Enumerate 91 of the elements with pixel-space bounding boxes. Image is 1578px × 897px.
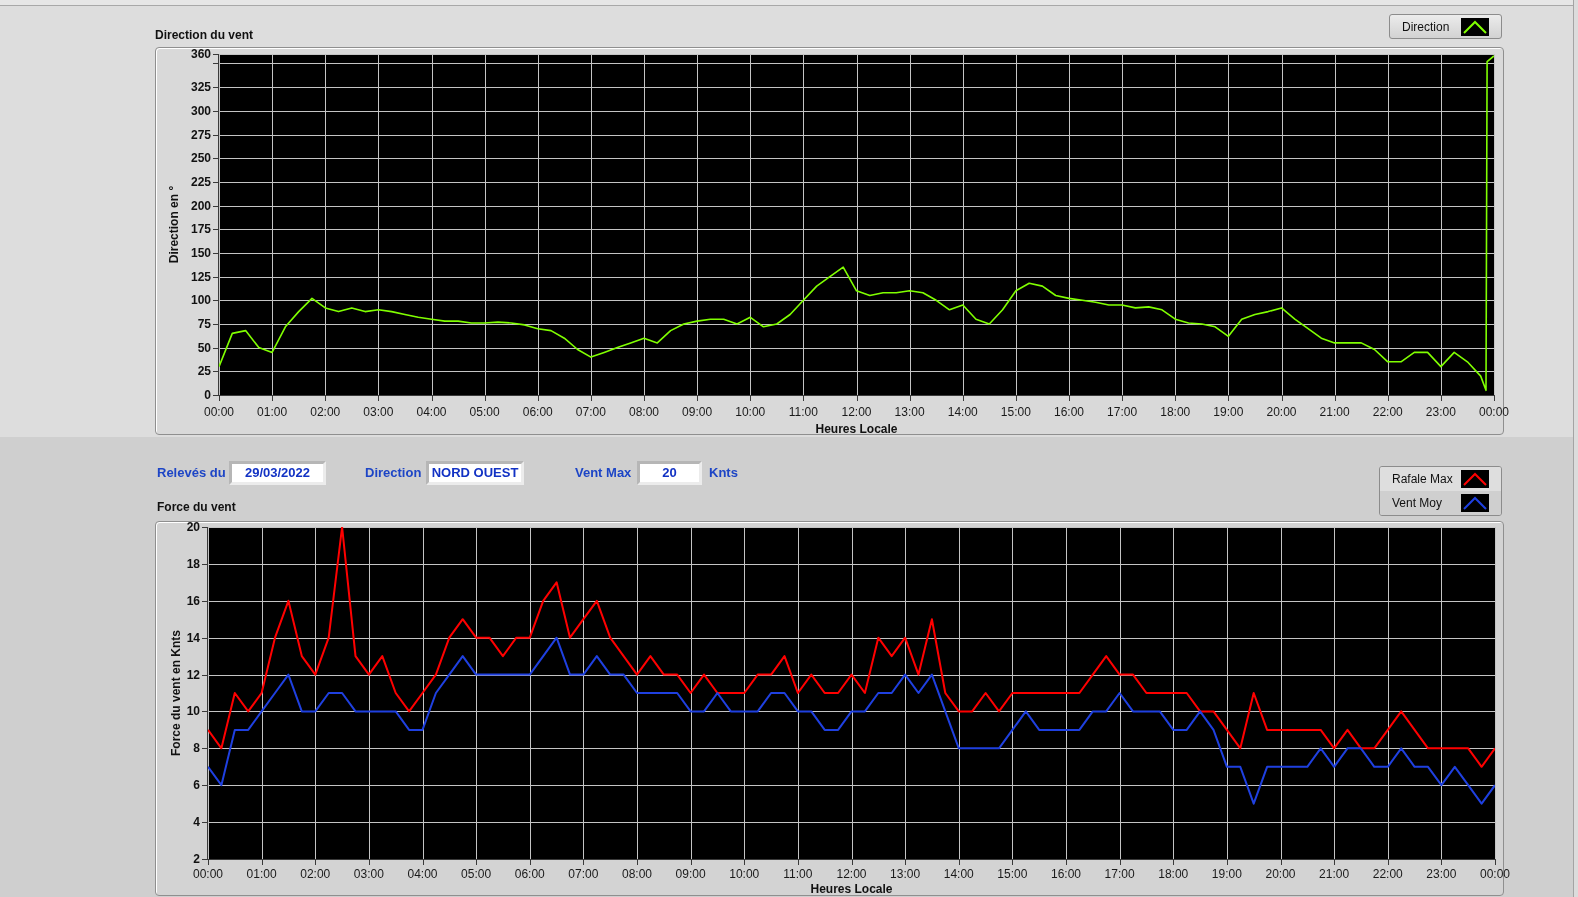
axis-tick-label: 19:00: [1213, 405, 1244, 419]
axis-tick-label: 01:00: [246, 867, 277, 881]
axis-tick-label: 08:00: [622, 867, 652, 881]
axis-tick-label: 150: [190, 245, 211, 260]
axis-tick-label: 02:00: [310, 405, 341, 419]
axis-tick-label: 20:00: [1266, 405, 1297, 419]
axis-tick-label: 100: [190, 293, 211, 308]
axis-tick-label: 10:00: [729, 867, 760, 881]
axis-tick-label: 02:00: [300, 867, 331, 881]
axis-tick-label: 21:00: [1319, 405, 1350, 419]
axis-tick-label: 25: [197, 364, 211, 379]
axis-tick-label: 11:00: [783, 867, 813, 881]
axis-tick-label: 22:00: [1372, 405, 1403, 419]
unit-label: Knts: [709, 465, 738, 481]
axis-tick-label: 75: [197, 316, 211, 331]
axis-tick-label: 275: [190, 127, 211, 142]
axis-tick-label: 10:00: [735, 405, 766, 419]
axis-tick-label: 12:00: [836, 867, 867, 881]
axis-tick-label: 4: [193, 815, 200, 830]
axis-tick-label: 04:00: [407, 867, 438, 881]
axis-tick-label: 175: [190, 222, 211, 237]
axis-tick-label: 18:00: [1160, 405, 1191, 419]
axis-title: Heures Locale: [815, 422, 898, 436]
axis-tick-label: 325: [190, 80, 211, 95]
axis-tick-label: 03:00: [353, 867, 384, 881]
axis-tick-label: 300: [190, 103, 211, 118]
field-label: Relevés du: [157, 465, 227, 481]
axis-tick-label: 13:00: [890, 867, 921, 881]
axis-tick-label: 03:00: [363, 405, 394, 419]
chart-title: Direction du vent: [155, 28, 253, 42]
readout-field: 20: [637, 461, 702, 485]
axis-tick-label: 225: [190, 174, 211, 189]
axis-tick-label: 05:00: [461, 867, 492, 881]
chart-title: Force du vent: [157, 500, 236, 514]
axis-tick-label: 07:00: [575, 405, 606, 419]
axis-tick-label: 23:00: [1425, 405, 1456, 419]
axis-tick-label: 01:00: [257, 405, 288, 419]
axis-tick-label: 06:00: [522, 405, 553, 419]
axis-tick-label: 18:00: [1158, 867, 1189, 881]
axis-title: Heures Locale: [810, 882, 893, 896]
axis-tick-label: 11:00: [788, 405, 818, 419]
axis-tick-label: 2: [193, 852, 200, 866]
axis-tick-label: 00:00: [1479, 405, 1509, 419]
axis-tick-label: 00:00: [204, 405, 234, 419]
axis-title: Direction en °: [167, 185, 181, 264]
axis-tick-label: 19:00: [1211, 867, 1242, 881]
field-label: Vent Max: [575, 465, 633, 481]
axis-tick-label: 12: [186, 667, 200, 682]
axis-tick-label: 10: [186, 704, 200, 719]
axis-tick-label: 16: [186, 593, 200, 608]
axis-tick-label: 00:00: [193, 867, 223, 881]
legend-label: Direction: [1402, 19, 1451, 34]
readout-field: NORD OUEST: [426, 461, 524, 485]
readout-field: 29/03/2022: [229, 461, 326, 485]
axis-tick-label: 22:00: [1372, 867, 1403, 881]
axis-tick-label: 23:00: [1426, 867, 1457, 881]
axis-tick-label: 6: [193, 778, 200, 793]
axis-tick-label: 50: [197, 340, 211, 355]
axis-tick-label: 12:00: [841, 405, 872, 419]
axis-tick-label: 16:00: [1051, 867, 1081, 881]
axis-tick-label: 06:00: [514, 867, 545, 881]
field-label: Direction: [365, 465, 423, 481]
axis-tick-label: 09:00: [682, 405, 713, 419]
axis-tick-label: 07:00: [568, 867, 599, 881]
axis-tick-label: 15:00: [1000, 405, 1031, 419]
axis-tick-label: 14:00: [947, 405, 978, 419]
axis-tick-label: 21:00: [1319, 867, 1350, 881]
axis-tick-label: 125: [190, 269, 211, 284]
axis-tick-label: 00:00: [1480, 867, 1510, 881]
legend-label: Rafale Max: [1392, 472, 1454, 486]
axis-tick-label: 04:00: [416, 405, 447, 419]
axis-tick-label: 14: [186, 630, 200, 645]
axis-tick-label: 0: [204, 388, 211, 402]
axis-tick-label: 14:00: [943, 867, 974, 881]
axis-tick-label: 20:00: [1265, 867, 1296, 881]
axis-tick-label: 17:00: [1107, 405, 1138, 419]
legend-label: Vent Moy: [1392, 496, 1444, 510]
axis-tick-label: 20: [186, 520, 200, 534]
axis-tick-label: 360: [190, 47, 211, 61]
axis-tick-label: 250: [190, 151, 211, 166]
axis-tick-label: 16:00: [1054, 405, 1084, 419]
axis-tick-label: 08:00: [629, 405, 659, 419]
axis-tick-label: 8: [193, 741, 200, 756]
axis-tick-label: 05:00: [469, 405, 500, 419]
axis-tick-label: 15:00: [997, 867, 1028, 881]
axis-tick-label: 17:00: [1104, 867, 1135, 881]
axis-tick-label: 09:00: [675, 867, 706, 881]
axis-tick-label: 18: [186, 556, 200, 571]
axis-tick-label: 200: [190, 198, 211, 213]
axis-tick-label: 13:00: [894, 405, 925, 419]
axis-title: Force du vent en Knts: [169, 630, 183, 756]
